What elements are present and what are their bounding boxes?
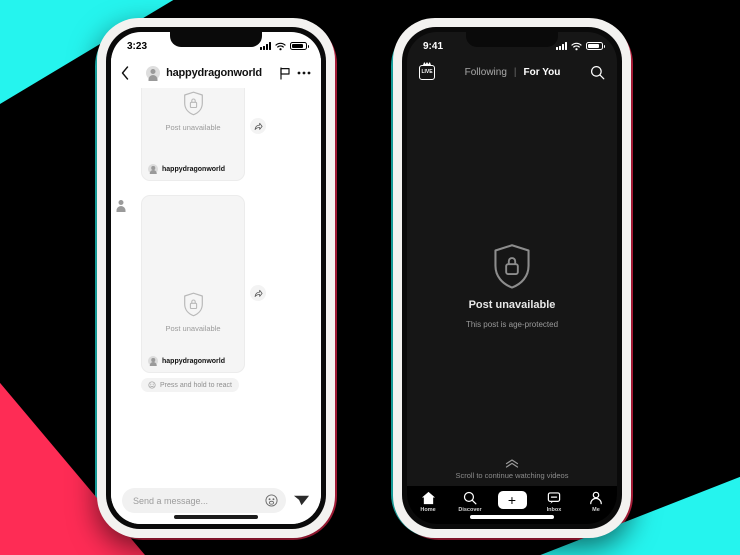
card-body: Post unavailable <box>142 88 244 159</box>
nav-label: Me <box>592 507 600 513</box>
nav-item-home[interactable]: Home <box>408 491 448 513</box>
live-badge-icon[interactable]: LIVE <box>419 64 435 80</box>
nav-label: Home <box>420 507 436 513</box>
phone-bezel-right: 9:41 LIVE Following | For You Post unava… <box>402 27 622 529</box>
search-icon[interactable] <box>590 65 605 80</box>
post-unavailable-screen: Post unavailable This post is age-protec… <box>407 86 617 486</box>
card-body: Post unavailable <box>142 196 244 351</box>
nav-item-create[interactable]: + <box>492 491 532 509</box>
nav-item-me[interactable]: Me <box>576 491 616 513</box>
post-status-text: Post unavailable <box>165 122 221 132</box>
chat-message: Post unavailable happydragonworld <box>121 195 311 373</box>
shield-lock-icon <box>494 244 530 289</box>
author-name: happydragonworld <box>162 165 225 173</box>
chevron-double-up-icon <box>505 459 519 468</box>
home-indicator <box>470 515 554 519</box>
author-name: happydragonworld <box>162 357 225 365</box>
press-hold-react-hint: Press and hold to react <box>141 378 239 392</box>
page-title: happydragonworld <box>166 67 262 79</box>
post-unavailable-card[interactable]: Post unavailable happydragonworld <box>141 88 245 181</box>
signal-bars-icon <box>556 42 567 50</box>
status-time: 9:41 <box>423 40 444 52</box>
post-status-title: Post unavailable <box>468 299 556 311</box>
feed-tabs: Following | For You <box>435 67 590 78</box>
plus-glyph: + <box>507 491 517 508</box>
notch-left <box>170 32 262 47</box>
notch-right <box>466 32 558 47</box>
wifi-icon <box>275 42 286 50</box>
phone-bezel-left: 3:23 happydragonworld Post unavailable h… <box>106 27 326 529</box>
shield-lock-icon <box>183 292 203 317</box>
tiktok-top-nav: LIVE Following | For You <box>407 58 617 86</box>
shield-lock-icon <box>183 91 203 115</box>
send-plane-icon[interactable] <box>293 492 310 509</box>
post-unavailable-card[interactable]: Post unavailable happydragonworld <box>141 195 245 373</box>
more-dots-icon[interactable] <box>297 71 311 75</box>
status-time: 3:23 <box>127 40 148 52</box>
screen-right: 9:41 LIVE Following | For You Post unava… <box>407 32 617 524</box>
dm-title-group[interactable]: happydragonworld <box>135 66 273 80</box>
wifi-icon <box>571 42 582 50</box>
message-input-pill[interactable]: Send a message... <box>122 488 286 513</box>
nav-label: Discover <box>458 507 482 513</box>
tab-separator: | <box>513 66 517 78</box>
home-icon <box>421 491 435 505</box>
battery-icon <box>290 41 309 51</box>
card-author: happydragonworld <box>142 159 244 180</box>
scroll-hint-text: Scroll to continue watching videos <box>455 471 569 480</box>
person-icon <box>590 491 602 505</box>
chat-message: Post unavailable happydragonworld <box>121 88 311 181</box>
nav-item-inbox[interactable]: Inbox <box>534 491 574 513</box>
inbox-icon <box>547 492 561 504</box>
nav-label: Inbox <box>546 507 562 513</box>
post-status-subtitle: This post is age-protected <box>465 320 559 329</box>
emoji-face-icon[interactable] <box>265 494 278 507</box>
live-label: LIVE <box>421 69 433 75</box>
signal-bars-icon <box>260 42 271 50</box>
phone-mockup-right: 9:41 LIVE Following | For You Post unava… <box>391 18 633 540</box>
message-avatar-slot <box>121 195 136 197</box>
react-hint-text: Press and hold to react <box>160 381 232 389</box>
screen-left: 3:23 happydragonworld Post unavailable h… <box>111 32 321 524</box>
tab-for-you[interactable]: For You <box>524 67 561 78</box>
post-status-text: Post unavailable <box>165 324 221 333</box>
scroll-hint: Scroll to continue watching videos <box>407 459 617 480</box>
dm-header: happydragonworld <box>111 58 321 88</box>
emoji-react-icon <box>148 381 156 389</box>
avatar-icon <box>148 164 158 174</box>
avatar-icon <box>148 356 158 366</box>
home-indicator <box>174 515 258 519</box>
search-input-placeholder: Send a message... <box>133 495 209 506</box>
share-arrow-icon[interactable] <box>250 118 266 134</box>
nav-item-discover[interactable]: Discover <box>450 491 490 513</box>
card-author: happydragonworld <box>142 351 244 372</box>
flag-icon[interactable] <box>279 66 291 80</box>
plus-icon[interactable]: + <box>495 491 529 509</box>
chevron-left-icon[interactable] <box>121 66 129 80</box>
share-arrow-icon[interactable] <box>250 285 266 301</box>
search-icon <box>463 491 477 505</box>
tab-following[interactable]: Following <box>465 67 507 78</box>
battery-icon <box>586 41 605 51</box>
phone-mockup-left: 3:23 happydragonworld Post unavailable h… <box>95 18 337 540</box>
chat-message-list[interactable]: Post unavailable happydragonworld Post u… <box>111 88 321 484</box>
avatar <box>146 66 161 80</box>
